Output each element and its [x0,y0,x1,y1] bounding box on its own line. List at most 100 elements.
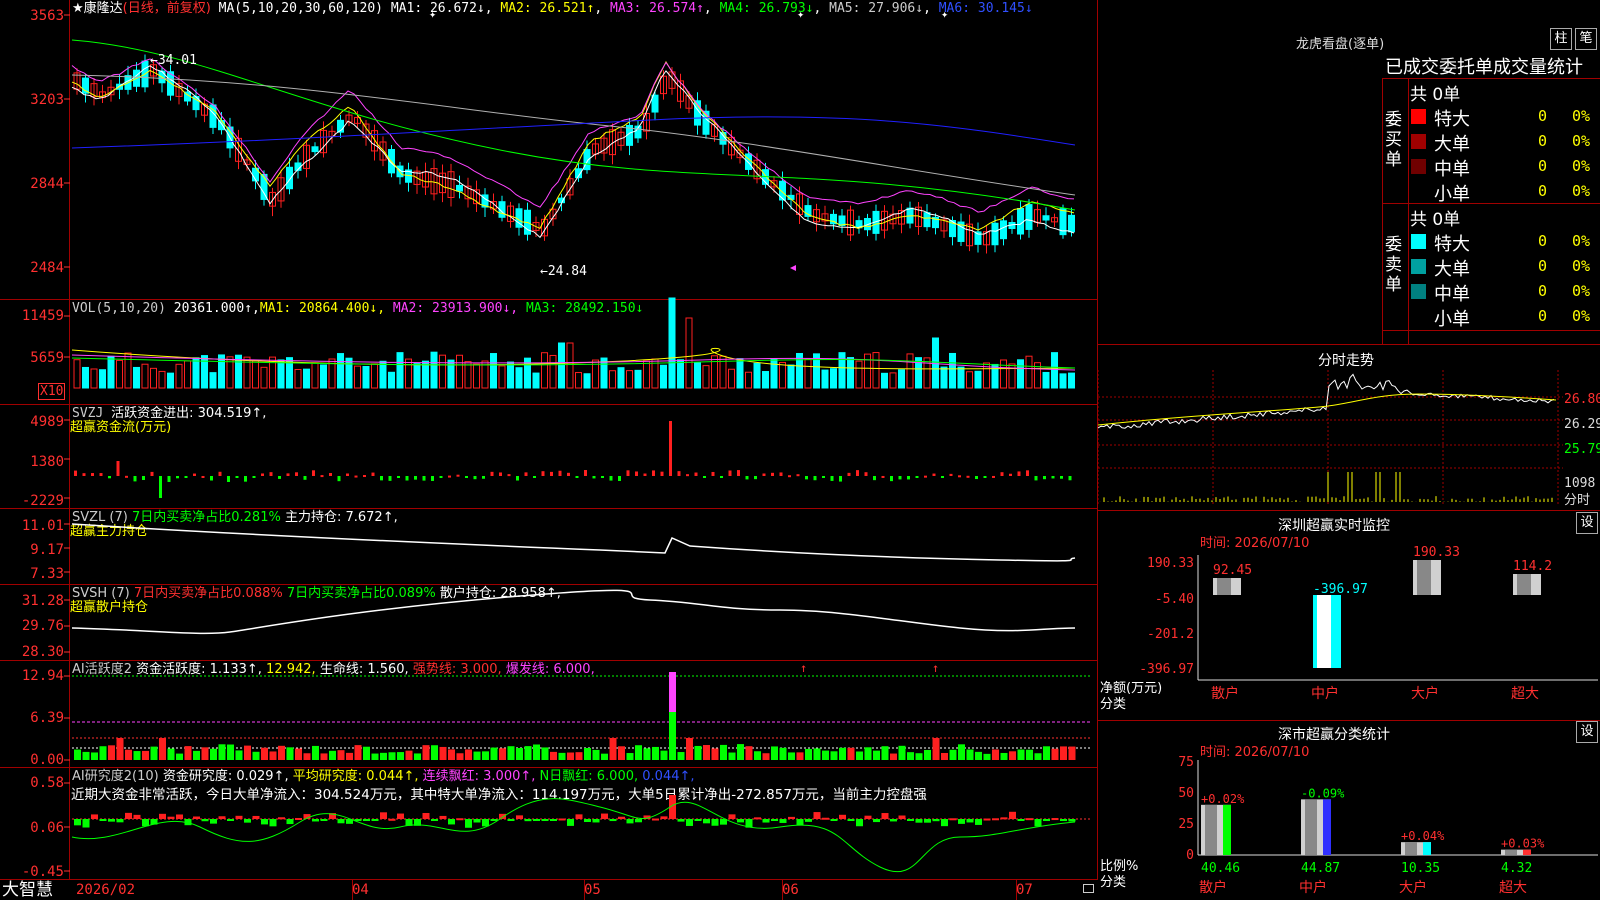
right-panel: 龙虎看盘(逐单) 柱 笔 已成交委托单成交量统计 委买单 委卖单 共 0单 共 … [1097,0,1600,900]
research-bar [567,819,574,826]
volume-bar [124,352,132,389]
stats-change: +0.03% [1501,837,1545,851]
research-bar [737,819,744,823]
pen-view-button[interactable]: 笔 [1575,28,1597,50]
flow-bar [133,476,137,482]
flow-bar [1017,471,1021,476]
fund-flow-chart[interactable] [0,404,1098,508]
flow-bar [873,476,876,481]
bar-view-button[interactable]: 柱 [1550,28,1572,50]
activity-bar [499,748,506,760]
flow-bar [380,476,383,481]
ma-line [71,74,1076,196]
research-bar [252,815,260,819]
volume-bar [141,363,149,389]
volume-bar [192,357,200,389]
volume-bar [1000,359,1007,389]
volume-bar [464,361,472,389]
activity-bar [278,745,285,760]
flow-bar [99,473,103,476]
research-bar [966,819,974,823]
activity-bar [949,749,957,760]
activity-bar [822,750,829,760]
flow-bar [915,476,919,478]
flow-bar [490,471,494,476]
research-bar [286,819,294,825]
flow-bar [456,474,460,477]
activity-bar [669,712,676,760]
monitor-axis-label: -5.40 [1155,592,1194,607]
research-bar [218,816,226,819]
research-bar [91,814,98,819]
candlestick-chart[interactable]: ✦ ✦ ✦ [0,0,1098,300]
activity-bar [159,738,166,760]
intraday-chart[interactable] [1097,370,1568,510]
volume-bar [787,364,795,389]
monitor-xlabel: 分类 [1100,697,1127,712]
flow-bar [176,476,179,479]
research-bar [754,817,761,820]
research-bar [490,819,498,821]
volume-bar [889,372,897,389]
candle [311,146,319,153]
activity-bar [864,747,872,760]
activity-bar [99,746,107,760]
stats-axis-label: 50 [1178,786,1194,801]
order-color-swatch [1411,134,1426,149]
proportion-chart[interactable]: 75 50 25 0 +0.02% 40.46 散户 -0.09% 44.87 中户 +0.04% 1… [1098,720,1600,900]
flow-bar [354,475,358,478]
research-bar [779,819,787,823]
activity-bar [201,747,209,760]
research-bar [618,816,625,819]
net-amount-chart[interactable]: 190.33 -5.40 -201.2 -396.97 92.45 散户 -396.97 中户… [1098,510,1600,720]
stats-value: 4.32 [1501,861,1532,876]
research-bar [227,819,234,821]
order-type-label: 中单 [1434,159,1470,180]
order-color-swatch [1411,284,1426,299]
research-bar [422,813,430,819]
main-holding-chart[interactable] [0,508,1098,584]
volume-bar [541,352,548,389]
volume-bar [566,342,574,389]
date-label: 05 [584,882,601,898]
stats-category: 散户 [1199,879,1227,896]
candle [1068,214,1075,233]
flow-bar [932,473,936,476]
activity-chart[interactable]: ↑ ↑ [0,660,1098,767]
arrow-marker: ↑ [800,661,807,675]
flow-bar [524,472,528,476]
order-count: 0 [1538,282,1548,300]
main-chart-area[interactable]: ★康隆达(日线，前复权) MA(5,10,20,30,60,120) MA1: … [0,0,1098,900]
research-chart[interactable] [0,767,1098,879]
flow-bar [881,475,885,478]
order-percent: 0% [1572,257,1591,275]
volume-chart[interactable] [0,297,1098,404]
volume-bar [881,372,888,389]
date-label: 06 [782,882,799,898]
lock-icon[interactable] [1083,884,1094,893]
activity-bar [907,752,914,760]
activity-bar [286,747,294,760]
flow-bar [201,475,205,478]
flow-bar [1009,473,1012,476]
flow-bar [694,472,698,476]
flow-bar [924,475,927,478]
research-bar [788,816,795,819]
flow-bar [958,475,961,478]
activity-bar [660,750,668,760]
activity-bar [813,748,821,760]
retail-holding-chart[interactable] [0,584,1098,660]
flow-bar [465,476,468,478]
volume-bar [779,361,786,389]
activity-bar [312,745,319,760]
research-bar [159,813,166,819]
monitor-category: 大户 [1411,685,1439,702]
order-color-swatch [1411,184,1426,199]
activity-bar [558,752,566,760]
volume-bar [626,370,633,389]
research-bar [584,819,591,823]
activity-bar [711,748,719,760]
activity-bar [1068,746,1076,760]
buy-total: 共 0单 [1410,85,1461,105]
volume-bar [609,370,616,389]
